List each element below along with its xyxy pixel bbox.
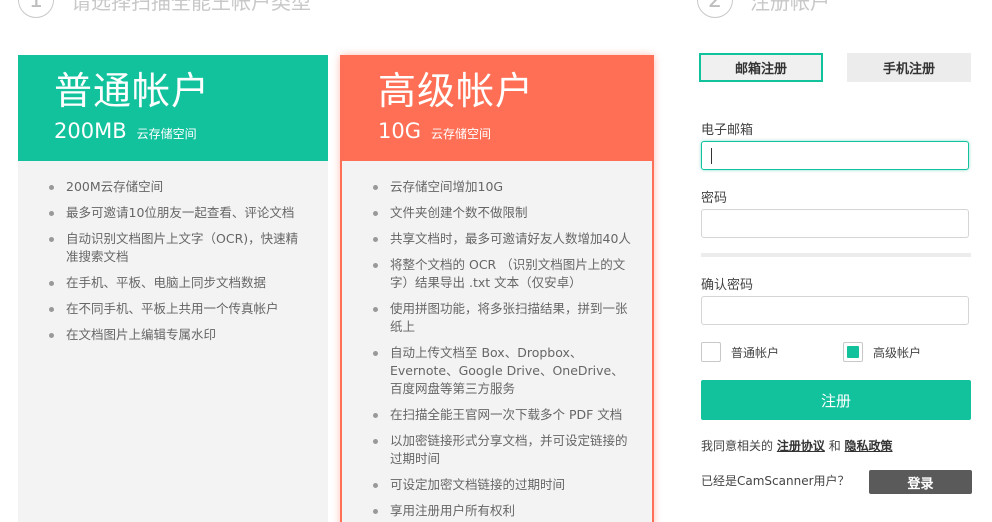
plan-advanced-title: 高级帐户	[378, 69, 535, 113]
privacy-link[interactable]: 隐私政策	[845, 439, 893, 453]
list-item: 200M云存储空间	[46, 178, 308, 196]
password-strength-bar	[701, 253, 971, 257]
plan-card-advanced-header: 高级帐户 10G 云存储空间	[340, 55, 654, 161]
option-advanced-account[interactable]: 高级帐户	[843, 342, 921, 362]
plan-card-basic[interactable]: 普通帐户 200MB 云存储空间 200M云存储空间 最多可邀请10位朋友一起查…	[18, 55, 328, 522]
agreement-text: 我同意相关的 注册协议 和 隐私政策	[701, 437, 893, 454]
list-item: 使用拼图功能，将多张扫描结果，拼到一张纸上	[370, 300, 632, 336]
step-2-number: 2	[697, 0, 733, 18]
step-1-number: 1	[18, 0, 54, 18]
plan-advanced-storage-label: 云存储空间	[431, 127, 492, 141]
list-item: 最多可邀请10位朋友一起查看、评论文档	[46, 204, 308, 222]
step-1-title: 请选择扫描全能王帐户类型	[71, 0, 311, 14]
list-item: 将整个文档的 OCR （识别文档图片上的文字）结果导出 .txt 文本（仅安卓）	[370, 256, 632, 292]
confirm-password-field[interactable]	[701, 296, 969, 325]
option-advanced-label: 高级帐户	[873, 345, 922, 360]
password-field[interactable]	[701, 209, 969, 238]
list-item: 在文档图片上编辑专属水印	[46, 326, 308, 344]
list-item: 在手机、平板、电脑上同步文档数据	[46, 274, 308, 292]
password-label: 密码	[701, 191, 728, 206]
list-item: 在扫描全能王官网一次下载多个 PDF 文档	[370, 406, 632, 424]
list-item: 共享文档时，最多可邀请好友人数增加40人	[370, 230, 632, 248]
plan-basic-feature-list: 200M云存储空间 最多可邀请10位朋友一起查看、评论文档 自动识别文档图片上文…	[18, 161, 328, 344]
option-basic-label: 普通帐户	[731, 345, 780, 360]
plan-card-basic-header: 普通帐户 200MB 云存储空间	[18, 55, 328, 161]
register-button[interactable]: 注册	[701, 380, 971, 420]
terms-link[interactable]: 注册协议	[777, 439, 825, 453]
step-2: 2 注册帐户	[697, 0, 830, 18]
agree-prefix: 我同意相关的	[701, 439, 774, 453]
email-label: 电子邮箱	[701, 123, 754, 138]
step-1: 1 请选择扫描全能王帐户类型	[18, 0, 311, 18]
step-2-title: 注册帐户	[750, 0, 830, 14]
tab-phone-register[interactable]: 手机注册	[847, 53, 971, 82]
plan-advanced-storage: 10G	[378, 119, 421, 143]
list-item: 自动上传文档至 Box、Dropbox、Evernote、Google Driv…	[370, 344, 632, 398]
basic-account-checkbox[interactable]	[701, 342, 721, 362]
confirm-password-label: 确认密码	[701, 278, 754, 293]
list-item: 文件夹创建个数不做限制	[370, 204, 632, 222]
tab-email-register[interactable]: 邮箱注册	[699, 53, 823, 82]
list-item: 可设定加密文档链接的过期时间	[370, 476, 632, 494]
plan-basic-storage-label: 云存储空间	[136, 127, 197, 141]
list-item: 享用注册用户所有权利	[370, 502, 632, 520]
plan-card-advanced[interactable]: 高级帐户 10G 云存储空间 云存储空间增加10G 文件夹创建个数不做限制 共享…	[340, 55, 654, 522]
have-account-text: 已经是CamScanner用户？	[701, 474, 850, 488]
list-item: 在不同手机、平板上共用一个传真帐户	[46, 300, 308, 318]
plan-advanced-feature-list: 云存储空间增加10G 文件夹创建个数不做限制 共享文档时，最多可邀请好友人数增加…	[342, 161, 652, 520]
plan-basic-title: 普通帐户	[54, 69, 211, 113]
list-item: 云存储空间增加10G	[370, 178, 632, 196]
list-item: 自动识别文档图片上文字（OCR)，快速精准搜索文档	[46, 230, 308, 266]
list-item: 以加密链接形式分享文档，并可设定链接的过期时间	[370, 432, 632, 468]
advanced-account-checkbox[interactable]	[843, 342, 863, 362]
text-caret	[711, 148, 712, 164]
email-field[interactable]	[701, 141, 969, 170]
agree-and: 和	[828, 439, 841, 453]
plan-basic-storage: 200MB	[54, 119, 127, 143]
option-basic-account[interactable]: 普通帐户	[701, 342, 779, 362]
login-button[interactable]: 登录	[869, 470, 972, 494]
